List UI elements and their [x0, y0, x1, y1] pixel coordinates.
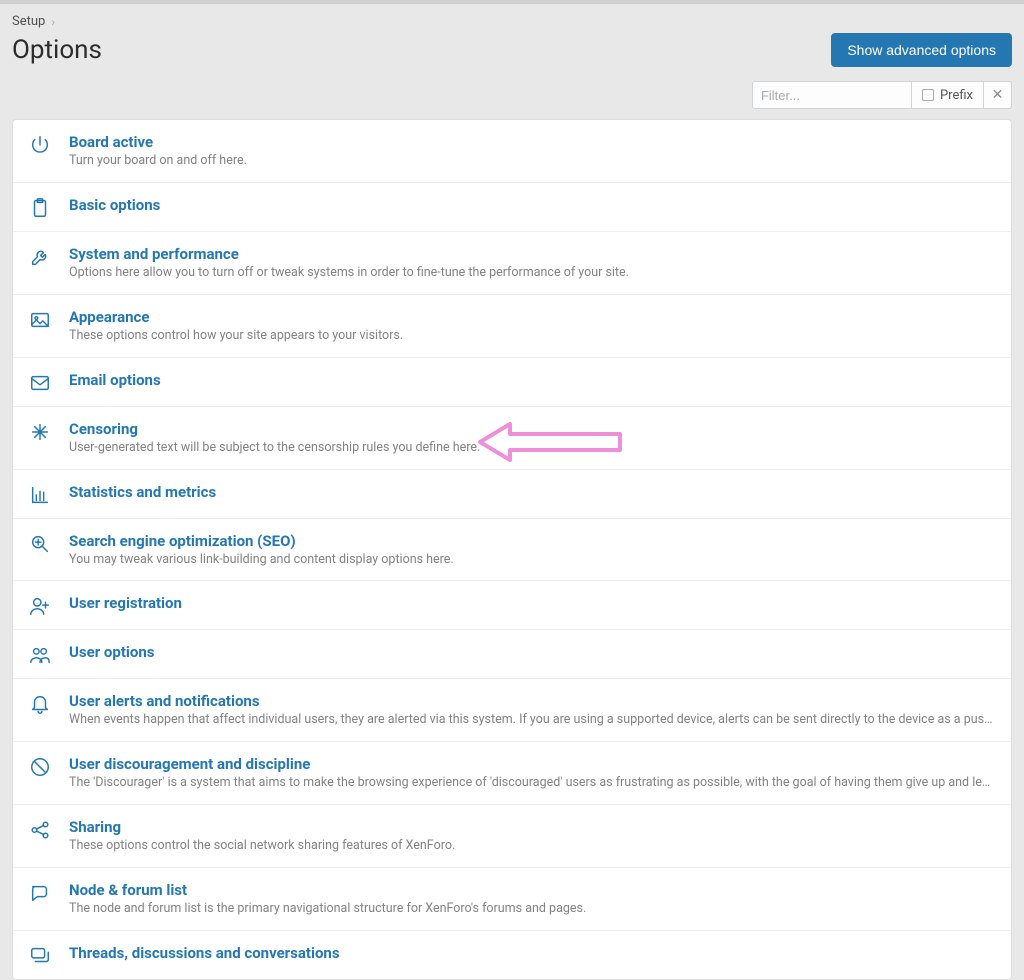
option-title[interactable]: Appearance	[69, 308, 149, 326]
filter-prefix-label: Prefix	[940, 88, 973, 103]
option-desc: Turn your board on and off here.	[69, 153, 995, 170]
filter-input[interactable]	[752, 81, 912, 109]
option-desc: You may tweak various link-building and …	[69, 552, 995, 569]
option-desc: The 'Discourager' is a system that aims …	[69, 775, 995, 792]
option-desc: These options control how your site appe…	[69, 328, 995, 345]
option-title[interactable]: User options	[69, 643, 154, 661]
options-list: Board active Turn your board on and off …	[12, 119, 1012, 980]
option-title[interactable]: Board active	[69, 133, 153, 151]
option-title[interactable]: Basic options	[69, 196, 160, 214]
option-title[interactable]: Node & forum list	[69, 881, 187, 899]
filter-clear-button[interactable]: ✕	[984, 81, 1012, 109]
option-title[interactable]: Censoring	[69, 420, 138, 438]
wrench-icon	[29, 244, 69, 268]
option-row-sharing[interactable]: Sharing These options control the social…	[13, 805, 1011, 868]
option-desc: These options control the social network…	[69, 838, 995, 855]
option-row-board-active[interactable]: Board active Turn your board on and off …	[13, 120, 1011, 183]
option-title[interactable]: Threads, discussions and conversations	[69, 944, 340, 962]
option-desc: Options here allow you to turn off or tw…	[69, 265, 995, 282]
option-row-threads[interactable]: Threads, discussions and conversations	[13, 931, 1011, 979]
share-icon	[29, 817, 69, 841]
option-row-node-forum-list[interactable]: Node & forum list The node and forum lis…	[13, 868, 1011, 931]
ban-icon	[29, 754, 69, 778]
option-row-email-options[interactable]: Email options	[13, 358, 1011, 407]
option-title[interactable]: User alerts and notifications	[69, 692, 260, 710]
comments-icon	[29, 943, 69, 967]
option-title[interactable]: System and performance	[69, 245, 239, 263]
option-title[interactable]: Email options	[69, 371, 161, 389]
filter-prefix-toggle[interactable]: Prefix	[912, 81, 984, 109]
option-row-user-alerts[interactable]: User alerts and notifications When event…	[13, 679, 1011, 742]
breadcrumb-root[interactable]: Setup	[12, 14, 45, 29]
option-desc: When events happen that affect individua…	[69, 712, 995, 729]
seo-icon	[29, 531, 69, 555]
close-icon: ✕	[992, 87, 1004, 103]
option-row-seo[interactable]: Search engine optimization (SEO) You may…	[13, 519, 1011, 582]
option-row-user-options[interactable]: User options	[13, 630, 1011, 679]
option-title[interactable]: User discouragement and discipline	[69, 755, 310, 773]
bell-icon	[29, 691, 69, 715]
user-add-icon	[29, 593, 69, 617]
users-icon	[29, 642, 69, 666]
asterisk-icon	[29, 419, 69, 443]
clipboard-icon	[29, 195, 69, 219]
envelope-icon	[29, 370, 69, 394]
checkbox-icon	[922, 89, 934, 101]
chevron-right-icon: ›	[51, 15, 55, 29]
breadcrumb: Setup ›	[0, 4, 1024, 29]
option-title[interactable]: Sharing	[69, 818, 121, 836]
chart-icon	[29, 482, 69, 506]
option-row-user-discouragement[interactable]: User discouragement and discipline The '…	[13, 742, 1011, 805]
option-row-statistics[interactable]: Statistics and metrics	[13, 470, 1011, 519]
option-row-system-performance[interactable]: System and performance Options here allo…	[13, 232, 1011, 295]
option-title[interactable]: Search engine optimization (SEO)	[69, 532, 296, 550]
option-desc: The node and forum list is the primary n…	[69, 901, 995, 918]
page-title: Options	[12, 35, 102, 65]
option-title[interactable]: Statistics and metrics	[69, 483, 216, 501]
chat-icon	[29, 880, 69, 904]
show-advanced-button[interactable]: Show advanced options	[831, 33, 1012, 67]
option-row-appearance[interactable]: Appearance These options control how you…	[13, 295, 1011, 358]
option-row-basic-options[interactable]: Basic options	[13, 183, 1011, 232]
image-icon	[29, 307, 69, 331]
power-icon	[29, 132, 69, 156]
option-title[interactable]: User registration	[69, 594, 182, 612]
option-row-censoring[interactable]: Censoring User-generated text will be su…	[13, 407, 1011, 470]
option-desc: User-generated text will be subject to t…	[69, 440, 995, 457]
option-row-user-registration[interactable]: User registration	[13, 581, 1011, 630]
